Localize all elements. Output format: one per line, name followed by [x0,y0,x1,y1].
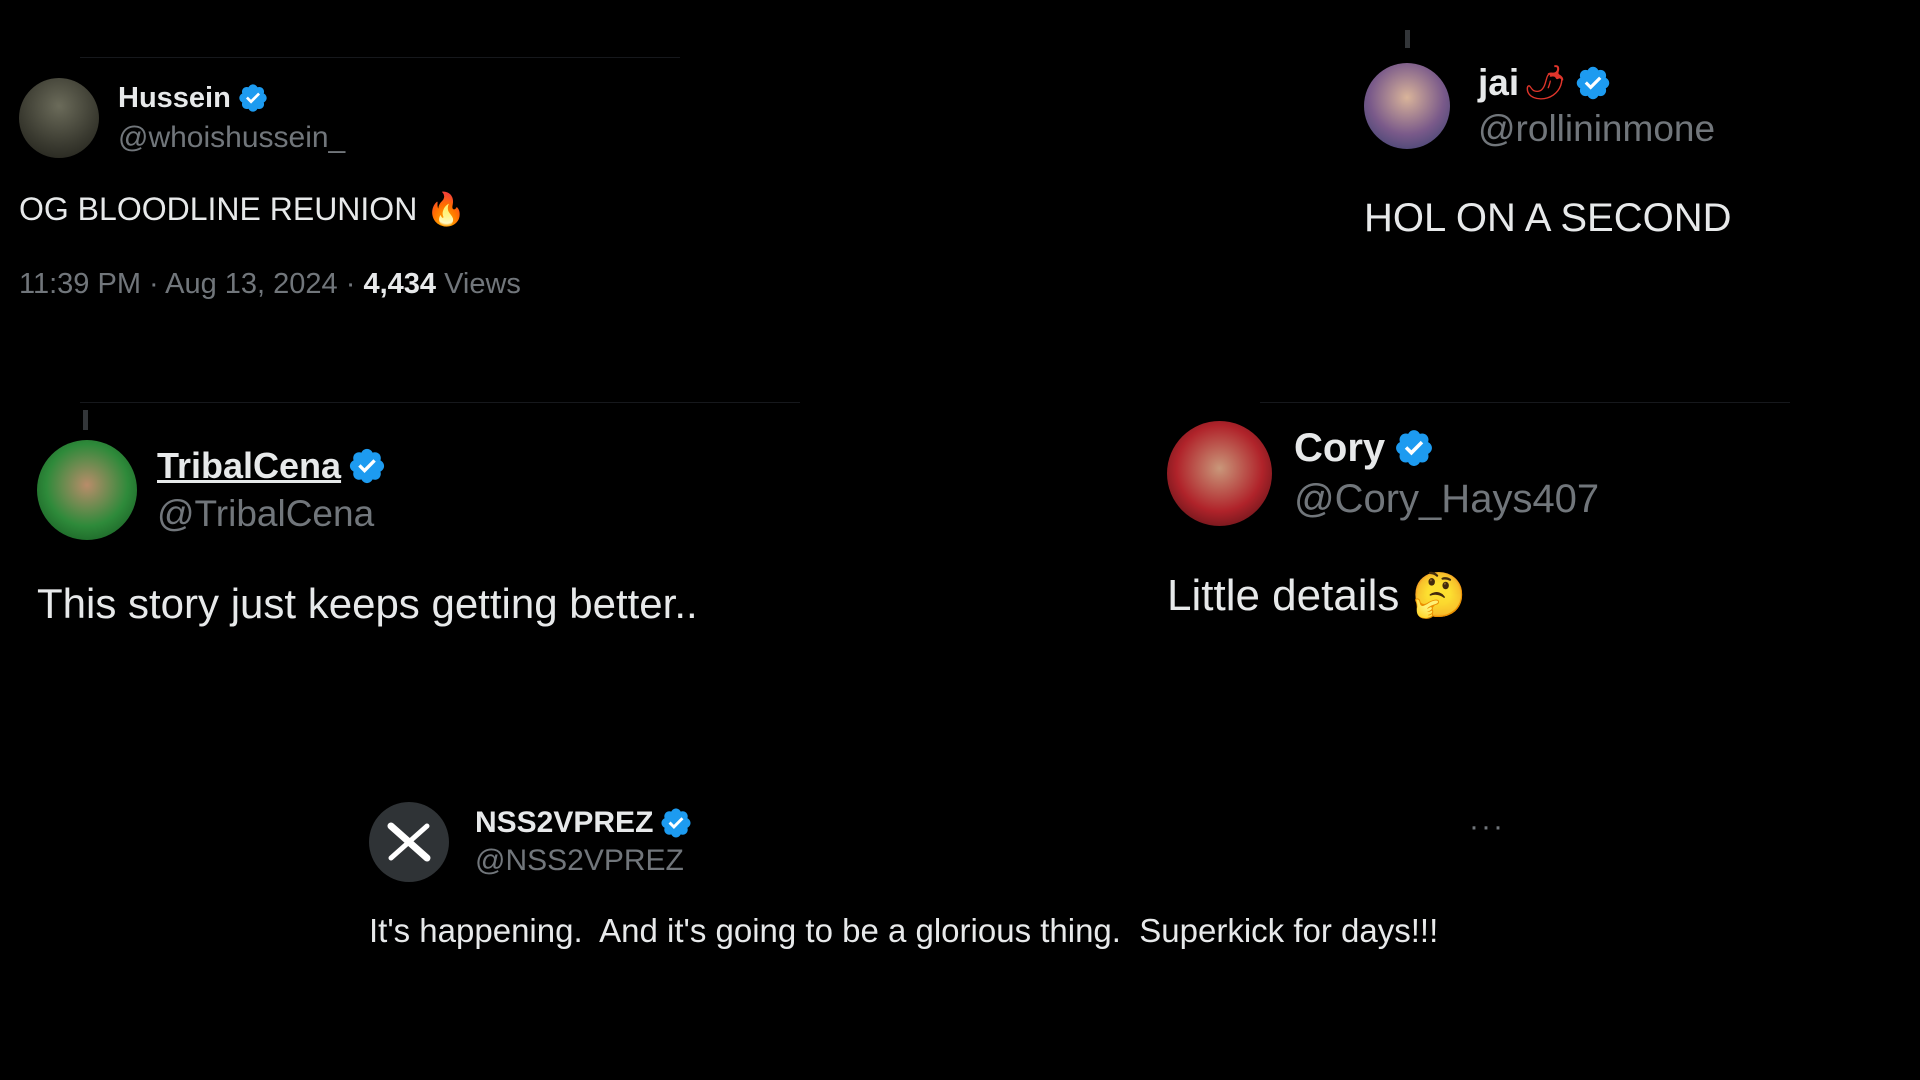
verified-badge-icon [1393,427,1435,469]
avatar-cory[interactable] [1167,421,1272,526]
tweet-card-nss2vprez[interactable]: NSS2VPREZ @NSS2VPREZ ··· It's happening.… [369,802,1503,949]
tweet-text: Little details 🤔 [1167,569,1466,621]
tweet-card-tribalcena[interactable]: TribalCena @TribalCena This story just k… [37,440,698,627]
tweet-card-hussein[interactable]: Hussein @whoishussein_ OG BLOODLINE REUN… [19,78,521,300]
more-options-icon[interactable]: ··· [1469,810,1505,844]
author-name[interactable]: Cory [1294,426,1385,471]
tweet-text: HOL ON A SECOND [1364,196,1732,240]
tweet-card-cory[interactable]: Cory @Cory_Hays407 Little details 🤔 [1167,421,1599,621]
author-handle[interactable]: @whoishussein_ [118,121,345,155]
thinking-face-emoji-icon: 🤔 [1411,570,1467,621]
tweet-text: It's happening. And it's going to be a g… [369,912,1439,949]
author-name[interactable]: Hussein [118,82,231,115]
views-label: Views [436,268,521,300]
author-handle[interactable]: @Cory_Hays407 [1294,477,1599,522]
verified-badge-icon [237,82,269,114]
divider-top-left [80,57,680,58]
author-handle[interactable]: @NSS2VPREZ [475,844,693,878]
avatar-tribalcena[interactable] [37,440,137,540]
avatar-nss2vprez[interactable] [369,802,449,882]
thread-connector-top-right [1405,30,1410,48]
tweet-card-jai[interactable]: jai 🌶 @rollininmone HOL ON A SECOND [1364,62,1732,240]
x-logo-icon [387,822,431,862]
author-name[interactable]: jai [1478,62,1519,104]
avatar-hussein[interactable] [19,78,99,158]
chili-pepper-emoji-icon: 🌶 [1523,63,1567,103]
view-count: 4,434 [363,268,437,300]
verified-badge-icon [347,446,387,486]
tweet-text-content: Little details [1167,571,1400,620]
thread-connector-middle-left [83,410,88,430]
fire-emoji-icon: 🔥 [426,190,467,228]
author-handle[interactable]: @rollininmone [1478,108,1715,150]
divider-middle-right [1260,402,1790,403]
verified-badge-icon [659,806,693,840]
author-name[interactable]: NSS2VPREZ [475,806,653,840]
author-name[interactable]: TribalCena [157,445,341,487]
tweet-text: OG BLOODLINE REUNION 🔥 [19,190,466,228]
avatar-jai[interactable] [1364,63,1450,149]
tweet-timestamp[interactable]: 11:39 PM · Aug 13, 2024 · [19,268,363,300]
author-handle[interactable]: @TribalCena [157,493,387,535]
verified-badge-icon [1574,64,1612,102]
tweet-meta: 11:39 PM · Aug 13, 2024 · 4,434 Views [19,268,521,301]
tweet-text-content: OG BLOODLINE REUNION [19,191,418,227]
tweet-text: This story just keeps getting better.. [37,580,698,627]
divider-middle-left [80,402,800,403]
